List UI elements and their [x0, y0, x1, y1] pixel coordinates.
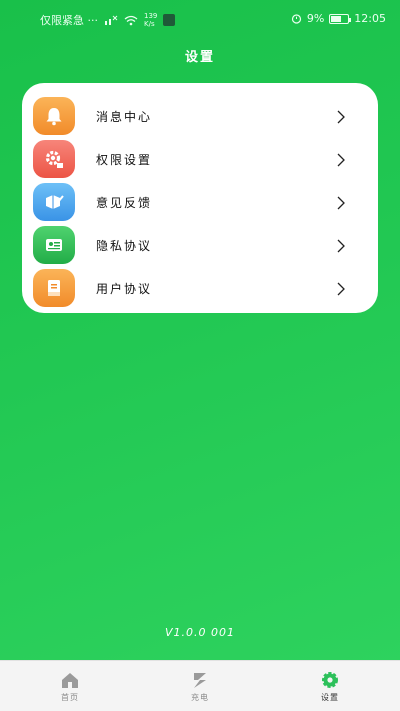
charge-icon: [194, 672, 206, 688]
signal-text: 9%: [306, 12, 325, 25]
tab-charge[interactable]: 充电: [133, 661, 267, 711]
signal-off-icon: [105, 15, 118, 25]
speed-value: 139: [144, 12, 158, 20]
carrier-text: 仅限紧急 ···: [40, 14, 98, 27]
menu-item-messages[interactable]: 消息中心: [22, 95, 378, 138]
tab-home[interactable]: 首页: [3, 661, 137, 711]
tab-label: 设置: [321, 692, 339, 702]
app-notification-icon: [163, 14, 176, 26]
chevron-right-icon: [337, 282, 345, 295]
status-left: 仅限紧急 ··· 139 K/s: [40, 12, 176, 28]
version-text: V1.0.0 001: [164, 626, 235, 639]
tab-settings[interactable]: 设置: [263, 661, 397, 711]
feedback-icon: [33, 183, 75, 221]
chevron-right-icon: [337, 153, 345, 166]
network-speed: 139 K/s: [144, 12, 157, 28]
battery-fill: [331, 15, 342, 22]
bottom-tab-bar: 首页 充电 设置: [0, 660, 400, 711]
menu-item-label: 权限设置: [96, 153, 153, 167]
status-bar: 仅限紧急 ··· 139 K/s 9% 12:05: [0, 0, 400, 36]
status-right: 9% 12:05: [291, 12, 386, 25]
chevron-right-icon: [337, 196, 345, 209]
alarm-icon: [291, 14, 301, 24]
tab-label: 充电: [191, 692, 209, 702]
menu-item-permissions[interactable]: 权限设置: [22, 138, 378, 181]
clock: 12:05: [354, 12, 386, 25]
menu-item-label: 消息中心: [96, 110, 153, 124]
menu-item-feedback[interactable]: 意见反馈: [22, 181, 378, 224]
home-icon: [62, 672, 78, 688]
tab-label: 首页: [61, 692, 79, 702]
speed-unit: K/s: [144, 20, 155, 28]
privacy-icon: [33, 226, 75, 264]
wifi-icon: [124, 15, 138, 25]
menu-item-privacy[interactable]: 隐私协议: [22, 224, 378, 267]
menu-item-label: 隐私协议: [96, 239, 153, 253]
menu-item-label: 用户协议: [96, 282, 153, 296]
page-title: 设置: [184, 50, 215, 65]
chevron-right-icon: [337, 239, 345, 252]
chevron-right-icon: [337, 110, 345, 123]
menu-item-user-agreement[interactable]: 用户协议: [22, 267, 378, 310]
document-icon: [33, 269, 75, 307]
gear-icon: [33, 140, 75, 178]
settings-icon: [322, 671, 338, 688]
bell-icon: [33, 97, 75, 135]
menu-item-label: 意见反馈: [96, 196, 153, 210]
battery-icon: [329, 13, 352, 24]
settings-card: 消息中心 权限设置 意见反馈 隐私协议 用户协议: [22, 83, 378, 313]
